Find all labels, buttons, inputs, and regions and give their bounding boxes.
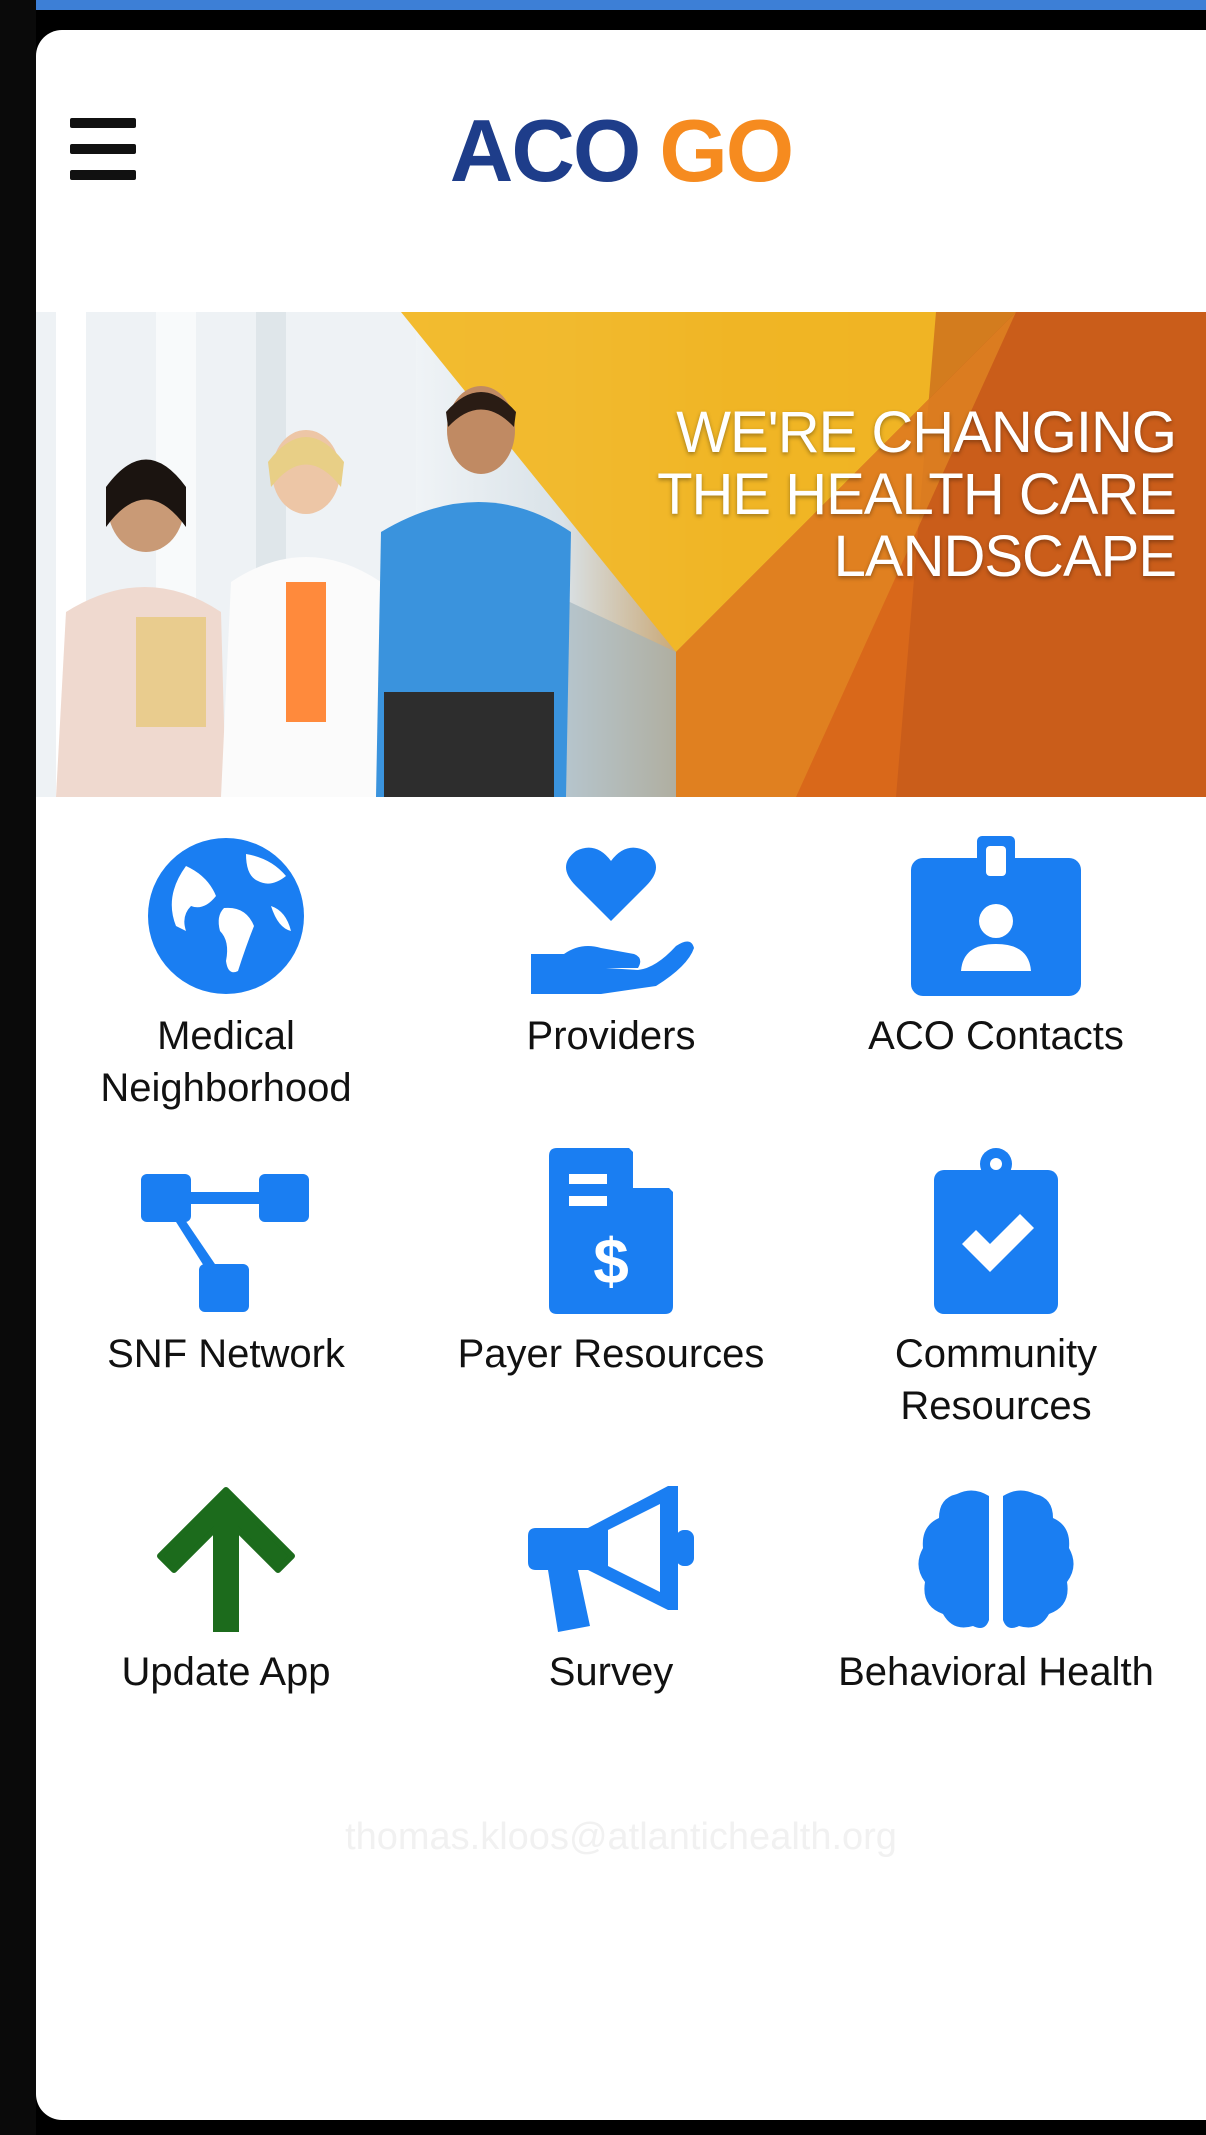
banner-line-2: THE HEALTH CARE (657, 462, 1177, 527)
window-top-border (0, 0, 1206, 10)
clipboard-check-icon (934, 1148, 1058, 1314)
app-header: ACO GO (36, 30, 1206, 310)
svg-text:$: $ (593, 1225, 629, 1297)
tile-snf-network[interactable]: SNF Network (36, 1148, 416, 1380)
tile-label: Update App (121, 1650, 331, 1694)
app-logo: ACO GO (36, 100, 1206, 202)
tile-label: Survey (548, 1650, 674, 1694)
tile-label: Medical Neighborhood (100, 1014, 352, 1110)
tile-behavioral-health[interactable]: Behavioral Health (806, 1466, 1186, 1698)
hero-banner: WE'RE CHANGING THE HEALTH CARE LANDSCAPE (36, 312, 1206, 797)
tile-survey[interactable]: Survey (421, 1466, 801, 1698)
tile-community-resources[interactable]: Community Resources (806, 1148, 1186, 1432)
tile-label: Behavioral Health (838, 1650, 1154, 1694)
tile-label: Payer Resources (457, 1332, 765, 1376)
tile-label: Providers (526, 1014, 696, 1058)
brain-icon (918, 1490, 1074, 1628)
window-left-border (0, 0, 36, 2135)
tile-providers[interactable]: Providers (421, 830, 801, 1062)
banner-headline: WE'RE CHANGING THE HEALTH CARE LANDSCAPE (657, 400, 1177, 589)
tile-payer-resources[interactable]: $ Payer Resources (421, 1148, 801, 1380)
tile-label: SNF Network (107, 1332, 345, 1376)
tile-label: ACO Contacts (868, 1014, 1124, 1058)
tile-update-app[interactable]: Update App (36, 1466, 416, 1698)
id-badge-icon (911, 836, 1081, 996)
tile-medical-neighborhood[interactable]: Medical Neighborhood (36, 830, 416, 1114)
app-screen: ACO GO WE'RE CHANGING THE HEALTH CARE LA… (36, 30, 1206, 2120)
heart-hand-icon (531, 847, 694, 994)
megaphone-icon (528, 1486, 694, 1632)
tile-aco-contacts[interactable]: ACO Contacts (806, 830, 1186, 1062)
tile-label: Community Resources (894, 1332, 1098, 1428)
banner-line-3: LANDSCAPE (833, 524, 1177, 589)
network-icon (141, 1174, 309, 1312)
logo-go-text: GO (659, 101, 794, 200)
banner-line-1: WE'RE CHANGING (676, 400, 1177, 465)
invoice-dollar-icon: $ (549, 1148, 673, 1314)
globe-icon (148, 838, 304, 994)
arrow-up-icon (157, 1487, 295, 1632)
user-email: thomas.kloos@atlantichealth.org (345, 1816, 897, 1858)
logo-aco-text: ACO (449, 101, 642, 200)
